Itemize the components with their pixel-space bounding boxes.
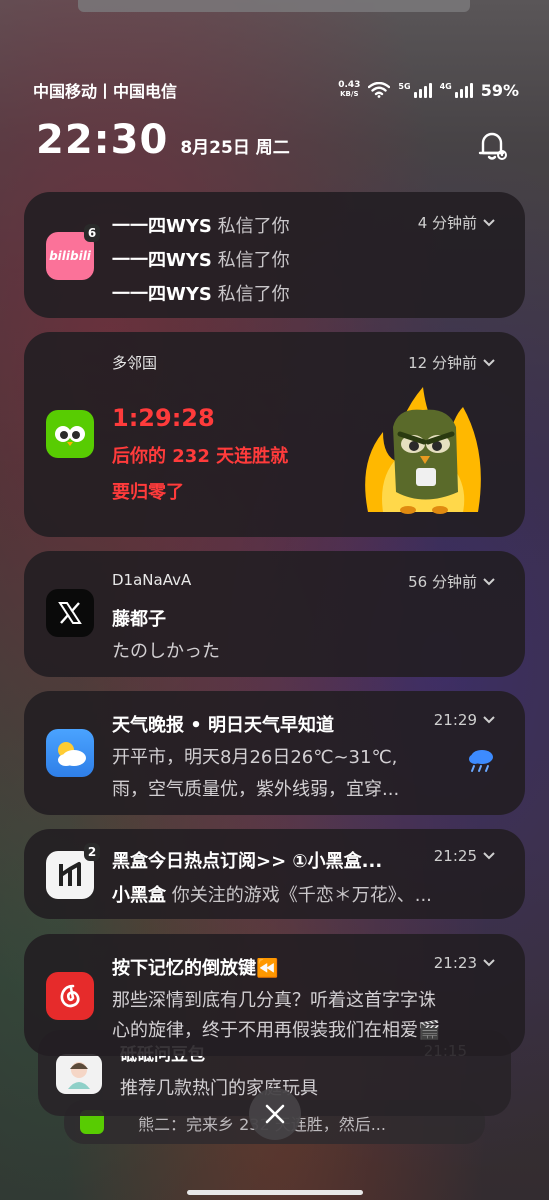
streak-warning-line2: 要归零了: [112, 482, 184, 503]
wifi-icon: [368, 82, 391, 98]
burning-owl-illustration: [365, 387, 481, 514]
notification-x[interactable]: D1aNaAvA 56 分钟前 藤都子 たのしかった: [24, 551, 525, 677]
notification-text-line2: 心的旋律，终于不用再假装我们在相爱🎬: [112, 1020, 441, 1041]
notification-title: 天气晚报 • 明日天气早知道: [112, 715, 335, 736]
notification-title: 藤都子: [112, 609, 166, 630]
duolingo-owl-icon: [55, 426, 85, 446]
rain-cloud-icon: [469, 750, 493, 772]
status-icons: 0.43 KB/S 5G 4G 59%: [338, 81, 519, 100]
home-indicator[interactable]: [187, 1190, 363, 1195]
streak-warning-line1: 后你的 232 天连胜就: [112, 446, 289, 467]
battery-level: 59%: [480, 80, 519, 100]
app-name: 多邻国: [112, 354, 158, 372]
clock-date: 8月25日 周二: [180, 138, 290, 158]
carrier-label: 中国移动丨中国电信: [33, 82, 178, 101]
weather-line2: 雨，空气质量优，紫外线弱，宜穿...: [112, 779, 400, 800]
bilibili-app-icon: bilibili 6: [46, 224, 100, 280]
notification-settings-bell-icon[interactable]: [477, 128, 509, 164]
notification-time: 21:29: [434, 711, 495, 729]
notification-bilibili[interactable]: bilibili 6 4 分钟前 一一四WYS 私信了你 一一四WYS 私信了你…: [24, 192, 525, 318]
chevron-down-icon[interactable]: [483, 358, 495, 367]
chevron-down-icon[interactable]: [483, 577, 495, 586]
weather-line1: 开平市，明天8月26日26℃~31℃,: [112, 747, 398, 768]
background-blur-strip: [78, 0, 470, 12]
chevron-down-icon[interactable]: [483, 852, 495, 860]
notification-text: 小黑盒 你关注的游戏《千恋＊万花》、...: [112, 885, 432, 906]
notification-time: 56 分钟前: [408, 571, 495, 592]
duolingo-app-icon: [46, 410, 94, 458]
signal-4g-icon: 4G: [440, 82, 473, 98]
avatar-icon: [68, 1062, 90, 1089]
notification-heybox[interactable]: 2 黑盒今日热点订阅>> ①小黑盒... 21:25 小黑盒 你关注的游戏《千恋…: [24, 829, 525, 919]
close-icon: [265, 1104, 285, 1124]
clear-all-button[interactable]: [249, 1088, 301, 1140]
unread-badge: 2: [84, 843, 100, 861]
notification-weather[interactable]: 天气晚报 • 明日天气早知道 21:29 开平市，明天8月26日26℃~31℃,…: [24, 691, 525, 815]
notification-time: 12 分钟前: [408, 352, 495, 373]
message-line: 一一四WYS 私信了你: [112, 250, 290, 271]
app-name: D1aNaAvA: [112, 571, 192, 589]
message-line: 一一四WYS 私信了你: [112, 284, 290, 305]
streak-countdown: 1:29:28: [112, 404, 215, 432]
notification-title: 按下记忆的倒放键⏪: [112, 958, 279, 979]
status-bar: 中国移动丨中国电信 0.43 KB/S 5G 4G 59%: [33, 78, 519, 102]
clock-time: 22:30: [36, 117, 169, 163]
signal-5g-icon: 5G: [398, 82, 432, 98]
doubao-app-icon: [56, 1054, 102, 1094]
netease-logo-icon: [60, 984, 80, 1008]
notification-time: 21:23: [434, 954, 495, 972]
notification-netease[interactable]: 按下记忆的倒放键⏪ 21:23 那些深情到底有几分真？听着这首字字诛 心的旋律，…: [24, 934, 525, 1056]
notification-text: たのしかった: [112, 641, 220, 662]
netease-music-app-icon: [46, 972, 94, 1020]
message-line: 一一四WYS 私信了你: [112, 216, 290, 237]
chevron-down-icon[interactable]: [483, 959, 495, 967]
notification-time: 4 分钟前: [418, 212, 495, 233]
network-speed: 0.43 KB/S: [338, 80, 361, 99]
chevron-down-icon[interactable]: [483, 218, 495, 227]
sun-cloud-icon: [58, 742, 86, 766]
notification-time: 21:25: [434, 847, 495, 865]
notification-title: 黑盒今日热点订阅>> ①小黑盒...: [112, 851, 383, 872]
unread-badge: 6: [84, 224, 100, 242]
clock-row: 22:30 8月25日 周二: [36, 118, 290, 162]
notification-duolingo[interactable]: 多邻国 12 分钟前 1:29:28 后你的 232 天连胜就 要归零了: [24, 332, 525, 537]
weather-app-icon: [46, 729, 94, 777]
x-logo-icon: [58, 602, 82, 624]
heybox-logo-icon: [59, 862, 81, 886]
chevron-down-icon[interactable]: [483, 716, 495, 724]
notification-text-line1: 那些深情到底有几分真？听着这首字字诛: [112, 990, 436, 1011]
heybox-app-icon: 2: [46, 843, 100, 899]
x-app-icon: [46, 589, 94, 637]
